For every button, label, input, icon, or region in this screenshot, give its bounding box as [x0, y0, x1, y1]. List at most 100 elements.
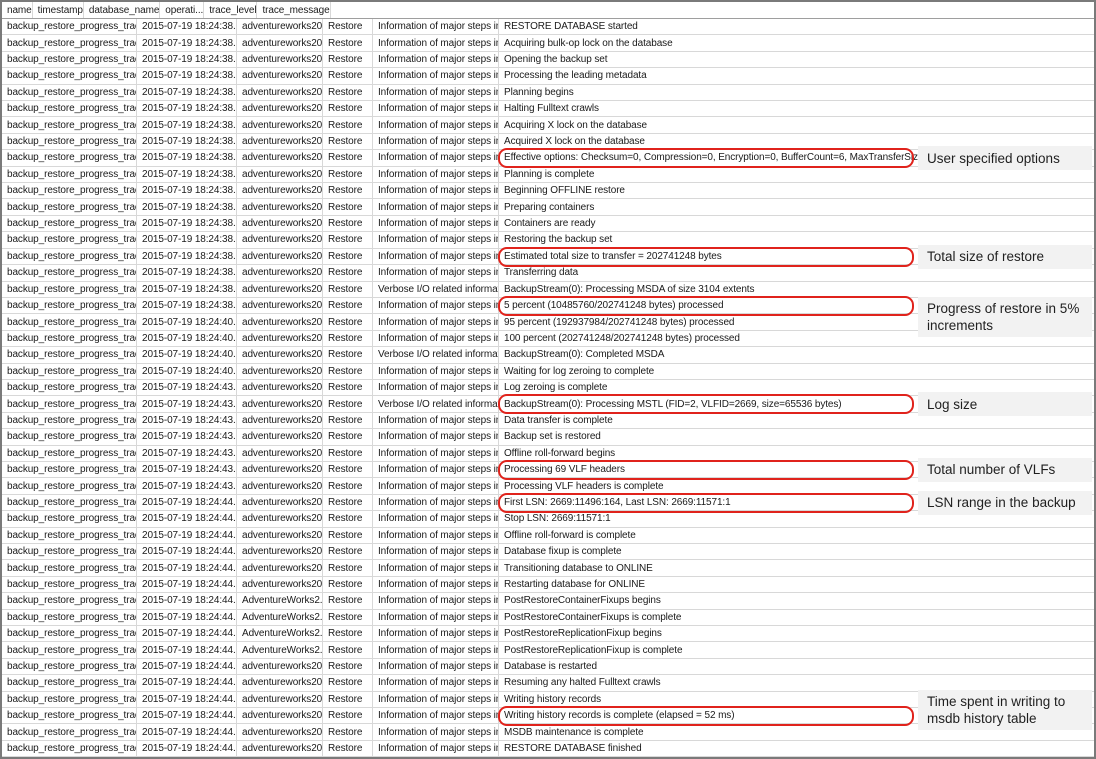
cell-database-name[interactable]: adventureworks2012 — [237, 134, 323, 149]
cell-trace-message[interactable]: BackupStream(0): Processing MSDA of size… — [499, 282, 1094, 297]
cell-trace-level[interactable]: Information of major steps in ... — [373, 610, 499, 625]
cell-trace-level[interactable]: Information of major steps in ... — [373, 232, 499, 247]
cell-trace-message[interactable]: Beginning OFFLINE restore — [499, 183, 1094, 198]
cell-trace-level[interactable]: Verbose I/O related informati... — [373, 396, 499, 411]
cell-database-name[interactable]: adventureworks2012 — [237, 19, 323, 34]
cell-database-name[interactable]: AdventureWorks2... — [237, 593, 323, 608]
cell-operation[interactable]: Restore — [323, 741, 373, 756]
cell-operation[interactable]: Restore — [323, 134, 373, 149]
cell-name[interactable]: backup_restore_progress_trace — [2, 528, 137, 543]
cell-trace-message[interactable]: Effective options: Checksum=0, Compressi… — [499, 150, 1094, 165]
table-row[interactable]: backup_restore_progress_trace 2015-07-19… — [2, 85, 1094, 101]
cell-trace-message[interactable]: Acquired X lock on the database — [499, 134, 1094, 149]
cell-database-name[interactable]: adventureworks2012 — [237, 298, 323, 313]
cell-trace-message[interactable]: Stop LSN: 2669:11571:1 — [499, 511, 1094, 526]
cell-name[interactable]: backup_restore_progress_trace — [2, 314, 137, 329]
cell-name[interactable]: backup_restore_progress_trace — [2, 347, 137, 362]
table-row[interactable]: backup_restore_progress_trace 2015-07-19… — [2, 364, 1094, 380]
cell-database-name[interactable]: adventureworks2012 — [237, 101, 323, 116]
cell-timestamp[interactable]: 2015-07-19 18:24:40.... — [137, 364, 237, 379]
cell-trace-message[interactable]: Backup set is restored — [499, 429, 1094, 444]
cell-database-name[interactable]: adventureworks2012 — [237, 167, 323, 182]
column-header[interactable]: name — [2, 2, 33, 18]
cell-operation[interactable]: Restore — [323, 199, 373, 214]
cell-database-name[interactable]: adventureworks2012 — [237, 429, 323, 444]
table-row[interactable]: backup_restore_progress_trace 2015-07-19… — [2, 528, 1094, 544]
cell-name[interactable]: backup_restore_progress_trace — [2, 659, 137, 674]
cell-trace-level[interactable]: Information of major steps in ... — [373, 249, 499, 264]
cell-trace-level[interactable]: Information of major steps in ... — [373, 495, 499, 510]
cell-operation[interactable]: Restore — [323, 117, 373, 132]
cell-operation[interactable]: Restore — [323, 446, 373, 461]
cell-name[interactable]: backup_restore_progress_trace — [2, 249, 137, 264]
cell-timestamp[interactable]: 2015-07-19 18:24:38.... — [137, 265, 237, 280]
cell-timestamp[interactable]: 2015-07-19 18:24:44.... — [137, 610, 237, 625]
cell-trace-level[interactable]: Information of major steps in ... — [373, 101, 499, 116]
table-row[interactable]: backup_restore_progress_trace 2015-07-19… — [2, 35, 1094, 51]
cell-timestamp[interactable]: 2015-07-19 18:24:44.... — [137, 642, 237, 657]
table-row[interactable]: backup_restore_progress_trace 2015-07-19… — [2, 478, 1094, 494]
cell-operation[interactable]: Restore — [323, 331, 373, 346]
cell-name[interactable]: backup_restore_progress_trace — [2, 610, 137, 625]
cell-name[interactable]: backup_restore_progress_trace — [2, 19, 137, 34]
cell-trace-message[interactable]: First LSN: 2669:11496:164, Last LSN: 266… — [499, 495, 1094, 510]
cell-timestamp[interactable]: 2015-07-19 18:24:38.... — [137, 134, 237, 149]
cell-trace-message[interactable]: Containers are ready — [499, 216, 1094, 231]
cell-timestamp[interactable]: 2015-07-19 18:24:44.... — [137, 708, 237, 723]
cell-database-name[interactable]: adventureworks2012 — [237, 544, 323, 559]
cell-timestamp[interactable]: 2015-07-19 18:24:38.... — [137, 298, 237, 313]
cell-timestamp[interactable]: 2015-07-19 18:24:44.... — [137, 511, 237, 526]
column-header[interactable]: trace_level — [204, 2, 257, 18]
cell-trace-message[interactable]: 100 percent (202741248/202741248 bytes) … — [499, 331, 1094, 346]
table-row[interactable]: backup_restore_progress_trace 2015-07-19… — [2, 708, 1094, 724]
cell-name[interactable]: backup_restore_progress_trace — [2, 52, 137, 67]
cell-database-name[interactable]: adventureworks2012 — [237, 380, 323, 395]
table-row[interactable]: backup_restore_progress_trace 2015-07-19… — [2, 495, 1094, 511]
cell-timestamp[interactable]: 2015-07-19 18:24:44.... — [137, 626, 237, 641]
cell-trace-message[interactable]: RESTORE DATABASE finished — [499, 741, 1094, 756]
cell-database-name[interactable]: adventureworks2012 — [237, 741, 323, 756]
cell-database-name[interactable]: adventureworks2012 — [237, 659, 323, 674]
cell-trace-message[interactable]: Database is restarted — [499, 659, 1094, 674]
cell-trace-level[interactable]: Information of major steps in ... — [373, 724, 499, 739]
cell-trace-message[interactable]: Restoring the backup set — [499, 232, 1094, 247]
table-row[interactable]: backup_restore_progress_trace 2015-07-19… — [2, 167, 1094, 183]
cell-name[interactable]: backup_restore_progress_trace — [2, 380, 137, 395]
cell-operation[interactable]: Restore — [323, 364, 373, 379]
cell-database-name[interactable]: adventureworks2012 — [237, 85, 323, 100]
cell-trace-level[interactable]: Information of major steps in ... — [373, 85, 499, 100]
cell-trace-level[interactable]: Information of major steps in ... — [373, 380, 499, 395]
cell-trace-level[interactable]: Information of major steps in ... — [373, 429, 499, 444]
cell-database-name[interactable]: adventureworks2012 — [237, 364, 323, 379]
cell-name[interactable]: backup_restore_progress_trace — [2, 68, 137, 83]
cell-trace-level[interactable]: Information of major steps in ... — [373, 265, 499, 280]
cell-trace-message[interactable]: BackupStream(0): Completed MSDA — [499, 347, 1094, 362]
table-row[interactable]: backup_restore_progress_trace 2015-07-19… — [2, 396, 1094, 412]
cell-operation[interactable]: Restore — [323, 593, 373, 608]
cell-trace-level[interactable]: Information of major steps in ... — [373, 314, 499, 329]
cell-name[interactable]: backup_restore_progress_trace — [2, 117, 137, 132]
cell-name[interactable]: backup_restore_progress_trace — [2, 331, 137, 346]
cell-timestamp[interactable]: 2015-07-19 18:24:38.... — [137, 232, 237, 247]
cell-trace-message[interactable]: 5 percent (10485760/202741248 bytes) pro… — [499, 298, 1094, 313]
cell-name[interactable]: backup_restore_progress_trace — [2, 265, 137, 280]
cell-trace-message[interactable]: Opening the backup set — [499, 52, 1094, 67]
cell-name[interactable]: backup_restore_progress_trace — [2, 446, 137, 461]
table-row[interactable]: backup_restore_progress_trace 2015-07-19… — [2, 724, 1094, 740]
cell-database-name[interactable]: adventureworks2012 — [237, 183, 323, 198]
cell-timestamp[interactable]: 2015-07-19 18:24:44.... — [137, 528, 237, 543]
table-row[interactable]: backup_restore_progress_trace 2015-07-19… — [2, 593, 1094, 609]
cell-trace-message[interactable]: 95 percent (192937984/202741248 bytes) p… — [499, 314, 1094, 329]
cell-trace-level[interactable]: Information of major steps in ... — [373, 626, 499, 641]
cell-operation[interactable]: Restore — [323, 642, 373, 657]
cell-operation[interactable]: Restore — [323, 429, 373, 444]
cell-name[interactable]: backup_restore_progress_trace — [2, 560, 137, 575]
cell-database-name[interactable]: adventureworks2012 — [237, 396, 323, 411]
cell-timestamp[interactable]: 2015-07-19 18:24:40.... — [137, 314, 237, 329]
cell-operation[interactable]: Restore — [323, 413, 373, 428]
cell-database-name[interactable]: adventureworks2012 — [237, 560, 323, 575]
cell-database-name[interactable]: adventureworks2012 — [237, 249, 323, 264]
cell-name[interactable]: backup_restore_progress_trace — [2, 495, 137, 510]
cell-operation[interactable]: Restore — [323, 68, 373, 83]
cell-trace-message[interactable]: Waiting for log zeroing to complete — [499, 364, 1094, 379]
